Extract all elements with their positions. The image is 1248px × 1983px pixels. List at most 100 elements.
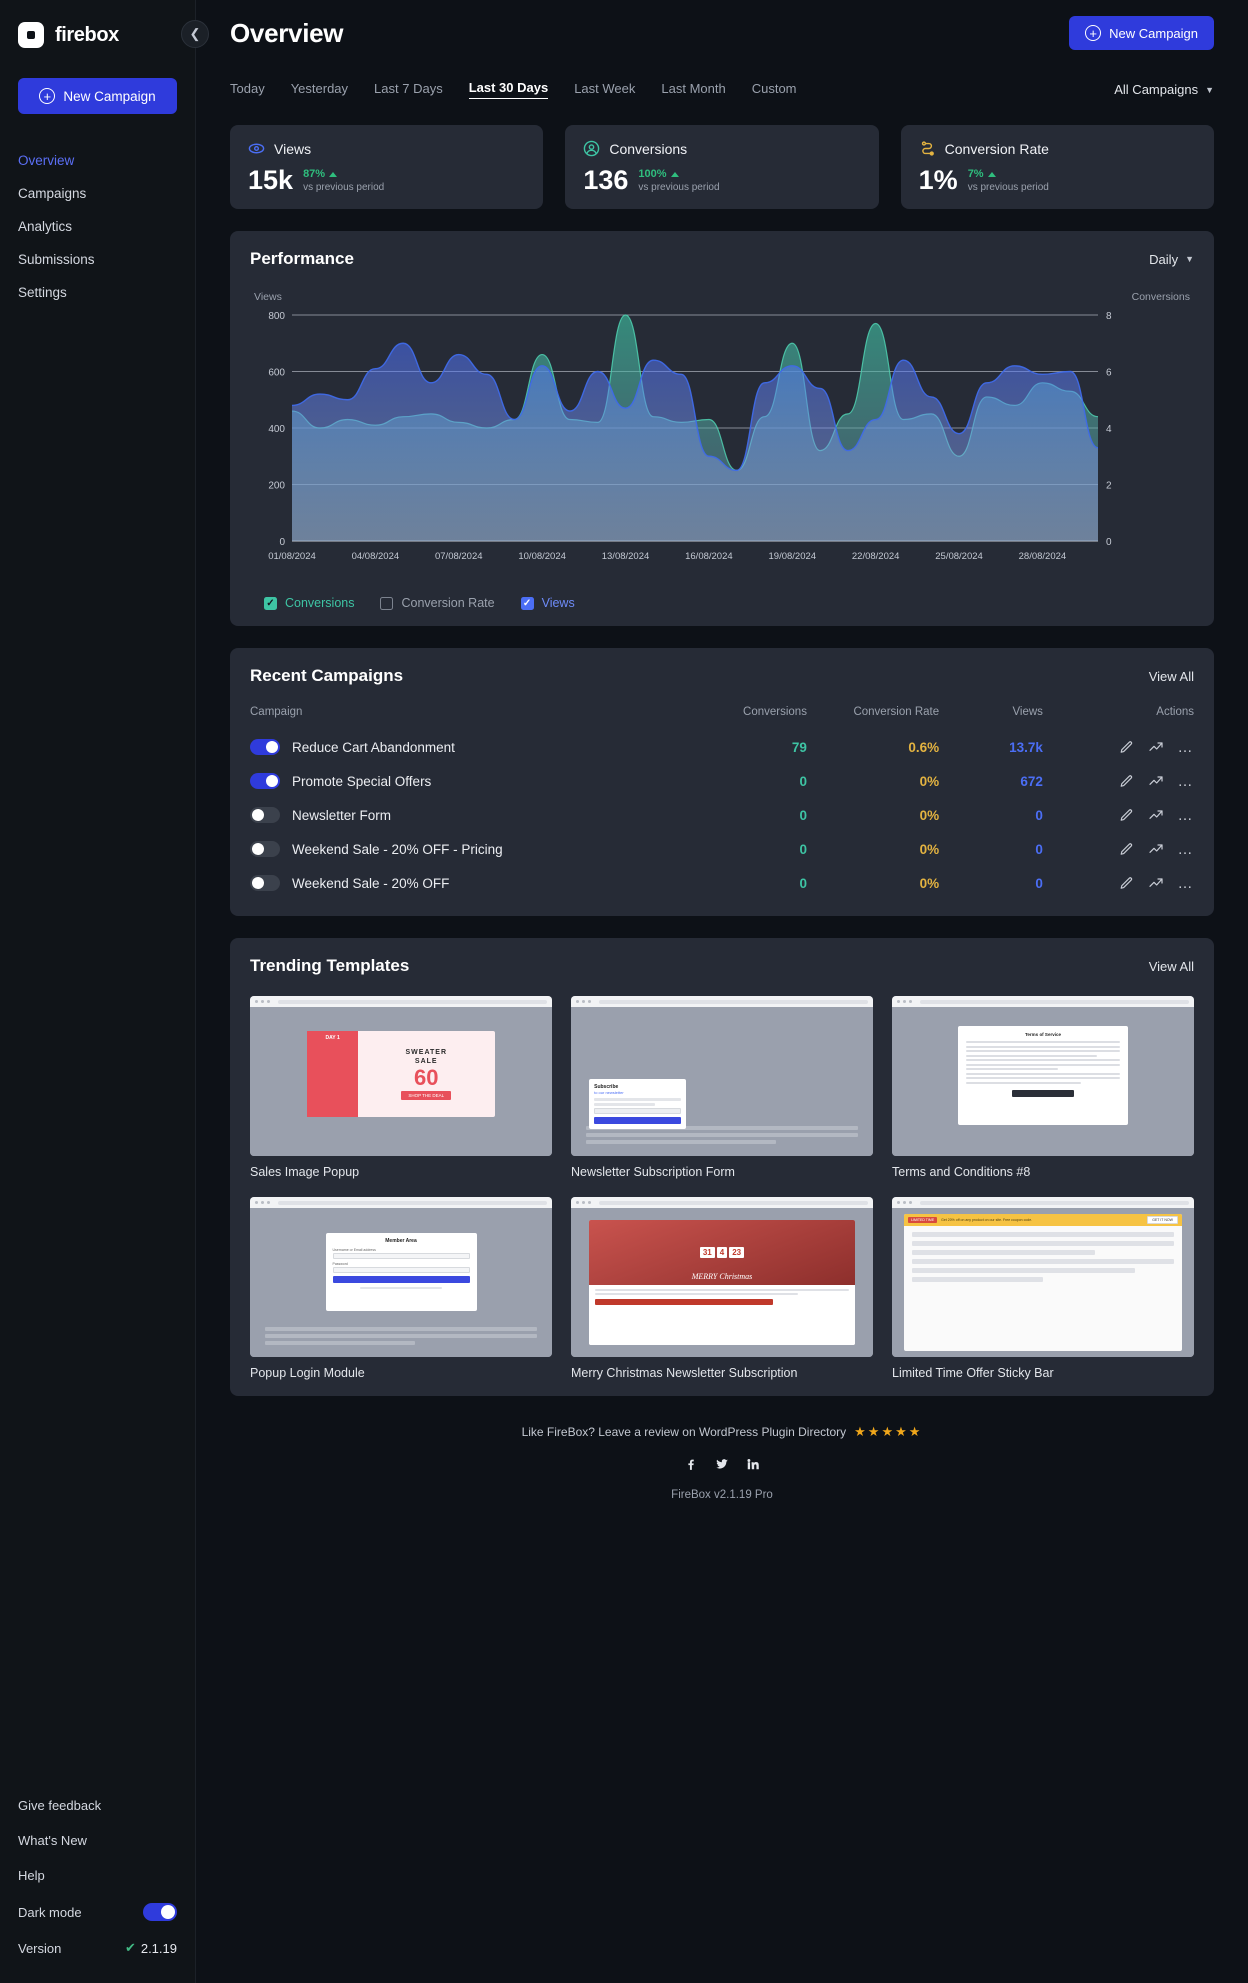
linkedin-icon[interactable]: [746, 1457, 760, 1475]
sale-word-1: SWEATER: [405, 1048, 447, 1056]
thumb-body: Terms of Service: [892, 1007, 1194, 1156]
stat-body: 15k 87% vs previous period: [248, 167, 525, 194]
range-yesterday[interactable]: Yesterday: [291, 81, 348, 99]
new-campaign-button[interactable]: + New Campaign: [1069, 16, 1214, 50]
sidebar-item-analytics[interactable]: Analytics: [18, 210, 177, 243]
more-options-icon[interactable]: …: [1178, 876, 1195, 891]
pencil-icon[interactable]: [1119, 740, 1134, 755]
plus-circle-icon: +: [1085, 25, 1102, 41]
pencil-icon[interactable]: [1119, 842, 1134, 857]
range-last-30-days[interactable]: Last 30 Days: [468, 80, 549, 99]
campaign-toggle[interactable]: [250, 807, 280, 823]
campaign-cell: Newsletter Form: [250, 807, 684, 823]
pencil-icon[interactable]: [1119, 876, 1134, 891]
cell-conversion-rate: 0%: [919, 841, 940, 857]
brand: firebox: [18, 22, 177, 48]
terms-heading: Terms of Service: [1025, 1032, 1061, 1038]
help-link[interactable]: Help: [18, 1858, 177, 1893]
range-last-month[interactable]: Last Month: [661, 81, 725, 99]
svg-text:4: 4: [1106, 424, 1112, 435]
sidebar-item-overview[interactable]: Overview: [18, 144, 177, 177]
campaign-toggle[interactable]: [250, 739, 280, 755]
sidebar-new-campaign-button[interactable]: + New Campaign: [18, 78, 177, 114]
cell-actions: …: [1043, 866, 1194, 900]
template-name: Sales Image Popup: [250, 1165, 360, 1179]
cell-conversion-rate: 0%: [919, 807, 940, 823]
arrow-up-icon: [329, 171, 338, 177]
xmas-hero: 31 4 23 MERRY Christmas: [589, 1219, 855, 1285]
cell-conversions: 0: [799, 773, 807, 789]
more-options-icon[interactable]: …: [1178, 808, 1195, 823]
trending-up-icon[interactable]: [1148, 739, 1164, 755]
stat-cards: Views 15k 87% vs previous period Convers…: [230, 125, 1214, 209]
row-actions: …: [1043, 875, 1194, 891]
campaign-toggle[interactable]: [250, 773, 280, 789]
newsletter-form-preview: Subscribe to our newsletter: [589, 1078, 686, 1129]
svg-text:04/08/2024: 04/08/2024: [352, 551, 400, 562]
campaign-filter-dropdown[interactable]: All Campaigns ▼: [1114, 82, 1214, 97]
more-options-icon[interactable]: …: [1178, 842, 1195, 857]
trending-up-icon[interactable]: [1148, 875, 1164, 891]
legend-conversions[interactable]: ✓ Conversions: [264, 596, 354, 610]
range-today[interactable]: Today: [230, 81, 265, 99]
recent-campaigns-view-all[interactable]: View All: [1149, 669, 1194, 684]
trending-up-icon[interactable]: [1148, 773, 1164, 789]
template-name: Popup Login Module: [250, 1366, 365, 1380]
stat-sub: vs previous period: [638, 182, 720, 193]
countdown-timer: 31 4 23: [699, 1246, 745, 1258]
range-custom[interactable]: Custom: [752, 81, 797, 99]
template-name: Newsletter Subscription Form: [571, 1165, 735, 1179]
campaign-cell: Reduce Cart Abandonment: [250, 739, 684, 755]
template-card-popup-login-module[interactable]: Member Area Username or Email address Pa…: [250, 1197, 552, 1380]
legend-views[interactable]: ✓ Views: [520, 596, 575, 610]
campaign-toggle[interactable]: [250, 875, 280, 891]
table-row[interactable]: Promote Special Offers 0 0% 672…: [250, 764, 1194, 798]
trending-up-icon[interactable]: [1148, 807, 1164, 823]
recent-campaigns-panel: Recent Campaigns View All Campaign Conve…: [230, 648, 1214, 916]
granularity-dropdown[interactable]: Daily ▼: [1149, 252, 1194, 267]
campaign-name: Promote Special Offers: [292, 773, 432, 789]
star-rating-icon[interactable]: ★★★★★: [854, 1424, 922, 1440]
svg-text:800: 800: [268, 311, 285, 322]
more-options-icon[interactable]: …: [1178, 740, 1195, 755]
legend-label: Conversions: [285, 596, 355, 610]
xmas-form: [589, 1285, 855, 1346]
sidebar-item-submissions[interactable]: Submissions: [18, 243, 177, 276]
pencil-icon[interactable]: [1119, 774, 1134, 789]
login-submit-button: [332, 1276, 470, 1284]
table-row[interactable]: Weekend Sale - 20% OFF - Pricing 0 0% 0…: [250, 832, 1194, 866]
cell-campaign: Newsletter Form: [250, 798, 684, 832]
template-card-limited-time-offer-sticky-bar[interactable]: LIMITED TIME Get 20% off on any product …: [892, 1197, 1194, 1380]
template-card-newsletter-subscription-form[interactable]: Subscribe to our newsletter Newsletter S…: [571, 996, 873, 1179]
sale-word-2: SALE: [414, 1057, 438, 1065]
campaign-name: Reduce Cart Abandonment: [292, 739, 455, 755]
timer-hours: 31: [699, 1246, 715, 1258]
legend-conversion-rate[interactable]: Conversion Rate: [380, 596, 495, 610]
browser-chrome: [892, 1197, 1194, 1208]
template-card-merry-christmas-newsletter[interactable]: 31 4 23 MERRY Christmas Merry Christmas …: [571, 1197, 873, 1380]
table-row[interactable]: Reduce Cart Abandonment 79 0.6% 13.7k…: [250, 730, 1194, 764]
range-last-week[interactable]: Last Week: [574, 81, 635, 99]
sidebar-item-campaigns[interactable]: Campaigns: [18, 177, 177, 210]
give-feedback-link[interactable]: Give feedback: [18, 1788, 177, 1823]
whats-new-link[interactable]: What's New: [18, 1823, 177, 1858]
version-value-wrap: ✔ 2.1.19: [125, 1940, 177, 1956]
sidebar-item-settings[interactable]: Settings: [18, 276, 177, 309]
trending-up-icon[interactable]: [1148, 841, 1164, 857]
svg-text:16/08/2024: 16/08/2024: [685, 551, 733, 562]
template-card-terms-and-conditions[interactable]: Terms of Service Terms and Conditions #8: [892, 996, 1194, 1179]
stat-delta: 87%: [303, 168, 384, 180]
template-card-sales-image-popup[interactable]: DAY 1 SWEATER SALE 60 SHOP THE DEAL Sale…: [250, 996, 552, 1179]
twitter-icon[interactable]: [715, 1457, 729, 1475]
more-options-icon[interactable]: …: [1178, 774, 1195, 789]
facebook-icon[interactable]: [684, 1457, 698, 1475]
campaign-toggle[interactable]: [250, 841, 280, 857]
table-row[interactable]: Weekend Sale - 20% OFF 0 0% 0…: [250, 866, 1194, 900]
footer-version: FireBox v2.1.19 Pro: [671, 1489, 773, 1501]
trending-templates-view-all[interactable]: View All: [1149, 959, 1194, 974]
range-last-7-days[interactable]: Last 7 Days: [374, 81, 443, 99]
xmas-cta: [595, 1299, 773, 1305]
pencil-icon[interactable]: [1119, 808, 1134, 823]
dark-mode-toggle[interactable]: [143, 1903, 177, 1921]
table-row[interactable]: Newsletter Form 0 0% 0…: [250, 798, 1194, 832]
